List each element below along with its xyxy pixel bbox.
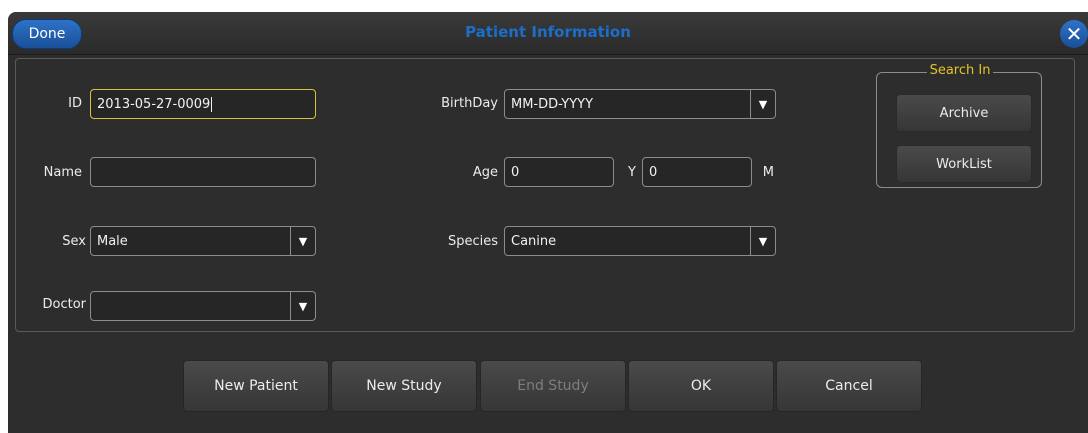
close-icon: ✕: [1065, 22, 1083, 46]
age-label: Age: [472, 165, 498, 180]
text-caret: [211, 96, 213, 112]
name-label: Name: [43, 165, 82, 180]
ok-button[interactable]: OK: [628, 360, 774, 412]
age-years-field[interactable]: 0: [504, 157, 614, 187]
age-months-unit: M: [762, 165, 774, 180]
id-field[interactable]: 2013-05-27-0009: [90, 89, 316, 119]
worklist-button[interactable]: WorkList: [896, 145, 1032, 183]
chevron-down-icon[interactable]: ▼: [750, 227, 775, 255]
dialog-title: Patient Information: [465, 23, 631, 41]
birthday-select[interactable]: MM-DD-YYYY ▼: [504, 89, 776, 119]
close-button[interactable]: ✕: [1060, 20, 1088, 48]
chevron-down-icon[interactable]: ▼: [290, 227, 315, 255]
species-label: Species: [447, 234, 498, 249]
search-in-title: Search In: [877, 63, 1043, 78]
age-years-value: 0: [511, 164, 520, 180]
birthday-value: MM-DD-YYYY: [511, 96, 594, 112]
name-field[interactable]: [90, 157, 316, 187]
end-study-button[interactable]: End Study: [480, 360, 626, 412]
age-months-field[interactable]: 0: [642, 157, 752, 187]
archive-button[interactable]: Archive: [896, 94, 1032, 132]
chevron-down-icon[interactable]: ▼: [290, 292, 315, 320]
search-in-title-text: Search In: [926, 63, 994, 78]
doctor-label: Doctor: [42, 297, 86, 312]
chevron-down-icon[interactable]: ▼: [750, 90, 775, 118]
age-months-value: 0: [649, 164, 658, 180]
sex-value: Male: [97, 233, 128, 249]
title-bar: Done Patient Information ✕: [8, 12, 1088, 55]
species-value: Canine: [511, 233, 557, 249]
id-label: ID: [68, 96, 82, 111]
cancel-button[interactable]: Cancel: [776, 360, 922, 412]
sex-select[interactable]: Male ▼: [90, 226, 316, 256]
age-years-unit: Y: [628, 165, 636, 180]
sex-label: Sex: [62, 234, 86, 249]
new-patient-button[interactable]: New Patient: [183, 360, 329, 412]
doctor-select[interactable]: ▼: [90, 291, 316, 321]
birthday-label: BirthDay: [441, 96, 498, 111]
id-value: 2013-05-27-0009: [97, 96, 211, 112]
species-select[interactable]: Canine ▼: [504, 226, 776, 256]
new-study-button[interactable]: New Study: [331, 360, 477, 412]
